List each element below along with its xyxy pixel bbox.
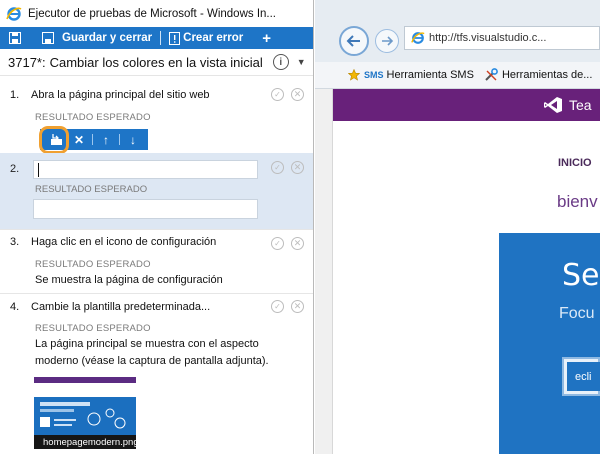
runner-toolbar: Guardar y cerrar Crear error + xyxy=(0,27,313,49)
save-close-icon xyxy=(42,32,54,44)
highlight-ring xyxy=(39,126,69,154)
test-runner-pane: Ejecutor de pruebas de Microsoft - Windo… xyxy=(0,0,314,454)
favorite-tools[interactable]: Herramientas de... xyxy=(484,68,592,82)
browser-window: http://tfs.visualstudio.c... SMS Herrami… xyxy=(315,0,600,454)
expected-result-line-1: La página principal se muestra con el as… xyxy=(35,338,259,350)
toolbar-divider xyxy=(160,31,162,45)
favorite-label: Herramientas de... xyxy=(501,69,593,81)
welcome-text: bienv xyxy=(557,192,598,211)
visual-studio-logo xyxy=(544,97,562,113)
browser-scrollbar[interactable] xyxy=(315,89,333,454)
nav-link-home[interactable]: INICIO xyxy=(558,157,592,169)
add-icon[interactable]: + xyxy=(262,30,271,47)
forward-button[interactable] xyxy=(375,29,399,53)
step-divider xyxy=(0,229,313,230)
bug-report-icon xyxy=(169,31,181,45)
address-bar[interactable]: http://tfs.visualstudio.c... xyxy=(404,26,600,50)
title-bar: Ejecutor de pruebas de Microsoft - Windo… xyxy=(0,0,313,27)
hero-subtitle: Focu xyxy=(559,305,595,322)
delete-step-icon[interactable]: ✕ xyxy=(69,129,89,150)
chevron-down-icon[interactable]: ▼ xyxy=(297,57,306,67)
fail-step-icon[interactable]: ✕ xyxy=(291,88,304,101)
pass-step-icon[interactable]: ✓ xyxy=(271,88,284,101)
step-divider xyxy=(0,293,313,294)
site-header-title: Tea xyxy=(569,97,592,113)
internet-explorer-icon xyxy=(411,32,425,44)
save-close-label: Guardar y cerrar xyxy=(62,32,153,44)
step-action: Cambie la plantilla predeterminada... xyxy=(31,301,211,313)
step-number: 2. xyxy=(10,163,20,175)
hero-button-label: ecli xyxy=(575,370,592,383)
move-up-icon[interactable]: ↑ xyxy=(96,129,116,150)
expected-result-label: RESULTADO ESPERADO xyxy=(35,112,151,123)
step-action-input[interactable] xyxy=(33,160,258,179)
sms-badge: SMS xyxy=(364,70,384,80)
expected-result-label: RESULTADO ESPERADO xyxy=(35,323,151,334)
internet-explorer-icon xyxy=(6,6,22,21)
fail-step-icon[interactable]: ✕ xyxy=(291,300,304,313)
favorite-label: Herramienta SMS xyxy=(386,69,474,81)
pass-step-icon[interactable]: ✓ xyxy=(271,237,284,250)
save-close-button[interactable]: Guardar y cerrar xyxy=(42,27,152,49)
address-url: http://tfs.visualstudio.c... xyxy=(429,32,547,44)
toolbar-divider xyxy=(92,134,93,145)
favorites-bar: SMS Herramienta SMS Herramientas de... xyxy=(315,62,600,89)
test-case-title: Cambiar los colores en la vista inicial xyxy=(49,54,263,70)
step-action: Haga clic en el icono de configuración xyxy=(31,236,217,248)
window-title: Ejecutor de pruebas de Microsoft - Windo… xyxy=(28,7,276,20)
star-icon xyxy=(348,69,360,81)
favorite-sms-tool[interactable]: SMS Herramienta SMS xyxy=(348,69,474,81)
step-action: Abra la página principal del sitio web xyxy=(31,89,210,101)
attachment-thumbnail[interactable]: homepagemodern.png xyxy=(34,377,136,449)
screen: Ejecutor de pruebas de Microsoft - Windo… xyxy=(0,0,600,454)
arrow-right-icon xyxy=(381,36,393,46)
step-number: 1. xyxy=(10,89,20,101)
expected-result-line-2: moderno (véase la captura de pantalla ad… xyxy=(35,355,269,367)
move-down-icon[interactable]: ↓ xyxy=(123,129,143,150)
tools-icon xyxy=(485,68,498,81)
thumbnail-graphic xyxy=(40,402,126,429)
step-number: 4. xyxy=(10,301,20,313)
expected-result-text: Se muestra la página de configuración xyxy=(35,274,223,286)
site-header xyxy=(333,89,600,121)
expected-result-label: RESULTADO ESPERADO xyxy=(35,184,148,195)
text-cursor xyxy=(38,163,39,177)
create-bug-button[interactable]: Crear error xyxy=(169,27,243,49)
test-case-id: 3717*: xyxy=(8,54,46,70)
save-icon[interactable] xyxy=(8,32,22,44)
browser-nav-bar: http://tfs.visualstudio.c... xyxy=(315,0,600,62)
hero-title: Se xyxy=(562,258,600,293)
thumbnail-white-band xyxy=(34,383,136,397)
pass-step-icon[interactable]: ✓ xyxy=(271,161,284,174)
pass-step-icon[interactable]: ✓ xyxy=(271,300,284,313)
back-button[interactable] xyxy=(339,26,369,56)
attachment-filename: homepagemodern.png xyxy=(43,437,136,448)
expected-result-input[interactable] xyxy=(33,199,258,219)
arrow-left-icon xyxy=(346,35,360,47)
toolbar-divider xyxy=(119,134,120,145)
hero-button[interactable]: ecli xyxy=(567,362,600,391)
step-number: 3. xyxy=(10,236,20,248)
fail-step-icon[interactable]: ✕ xyxy=(291,237,304,250)
info-icon[interactable]: i xyxy=(272,54,289,70)
create-bug-label: Crear error xyxy=(183,32,244,44)
test-case-header: 3717*: Cambiar los colores en la vista i… xyxy=(0,49,313,76)
fail-step-icon[interactable]: ✕ xyxy=(291,161,304,174)
expected-result-label: RESULTADO ESPERADO xyxy=(35,259,151,270)
